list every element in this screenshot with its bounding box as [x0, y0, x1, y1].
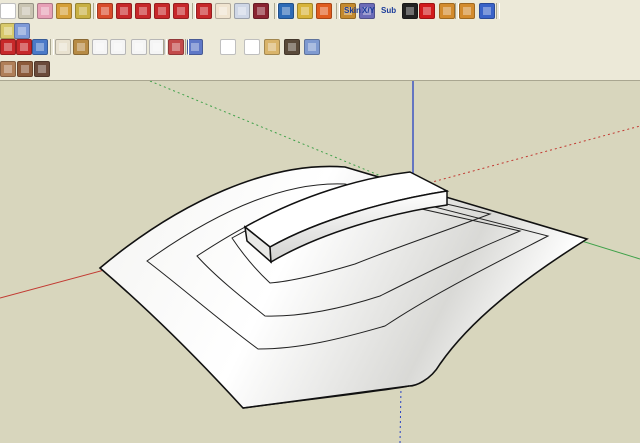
toolbar-separator	[455, 3, 459, 19]
zoom-button[interactable]	[234, 3, 250, 19]
stop-button[interactable]	[419, 3, 435, 19]
plugin-skin-label[interactable]: Skin	[344, 3, 361, 19]
texture-brick-button[interactable]	[0, 61, 16, 77]
follow-me-button[interactable]	[154, 3, 170, 19]
sandbox-stamp-button[interactable]	[459, 3, 475, 19]
toolbar-separator	[274, 3, 278, 19]
move-button[interactable]	[116, 3, 132, 19]
xray-style-button[interactable]	[187, 39, 203, 55]
sandbox-from-contours-button[interactable]	[439, 3, 455, 19]
standard-toolbar: Skin X/Y Sub	[0, 2, 640, 22]
plugin-sub-label[interactable]: Sub	[381, 3, 396, 19]
toolbar-separator	[93, 3, 97, 19]
texture-wood-button[interactable]	[17, 61, 33, 77]
scale-button[interactable]	[173, 3, 189, 19]
push-pull-button[interactable]	[97, 3, 113, 19]
plugin-xyz-label[interactable]: X/Y	[362, 3, 375, 19]
toolbar-separator	[192, 3, 196, 19]
monochrome-style-button[interactable]	[304, 39, 320, 55]
geolocation-button[interactable]	[278, 3, 294, 19]
hidden-line-style-button[interactable]	[244, 39, 260, 55]
shaded-style-button[interactable]	[264, 39, 280, 55]
toolbar-separator	[50, 39, 54, 55]
sandbox-drape-button[interactable]	[479, 3, 495, 19]
zoom-extents-button[interactable]	[253, 3, 269, 19]
texture-stone-button[interactable]	[34, 61, 50, 77]
left-view-button[interactable]	[131, 39, 147, 55]
share-model-button[interactable]	[316, 3, 332, 19]
right-view-button[interactable]	[110, 39, 126, 55]
make-component-button[interactable]	[18, 3, 34, 19]
front-view-button[interactable]	[55, 39, 71, 55]
materials-toolbar	[0, 60, 80, 80]
red-axis-dotted	[409, 125, 640, 189]
pan-button[interactable]	[215, 3, 231, 19]
style-toolbar-left	[0, 22, 40, 42]
toolbar-area: Skin X/Y Sub	[0, 0, 640, 81]
select-tool-button[interactable]	[0, 3, 16, 19]
rectangle-tool-button[interactable]	[14, 23, 30, 39]
play-button[interactable]	[402, 3, 418, 19]
textured-style-button[interactable]	[284, 39, 300, 55]
rotate-button[interactable]	[135, 3, 151, 19]
toolbar-separator	[496, 3, 500, 19]
back-view-button[interactable]	[92, 39, 108, 55]
section-plane-button[interactable]	[168, 39, 184, 55]
orbit-button[interactable]	[196, 3, 212, 19]
measure-button[interactable]	[75, 3, 91, 19]
toolbar-separator	[185, 39, 189, 55]
views-toolbar	[0, 38, 640, 58]
3d-viewport[interactable]	[0, 81, 640, 443]
eraser-button[interactable]	[37, 3, 53, 19]
wireframe-style-button[interactable]	[220, 39, 236, 55]
paint-bucket-button[interactable]	[56, 3, 72, 19]
get-models-button[interactable]	[297, 3, 313, 19]
iso-view-button[interactable]	[73, 39, 89, 55]
toolbar-separator	[163, 39, 167, 55]
toolbar-separator	[336, 3, 340, 19]
